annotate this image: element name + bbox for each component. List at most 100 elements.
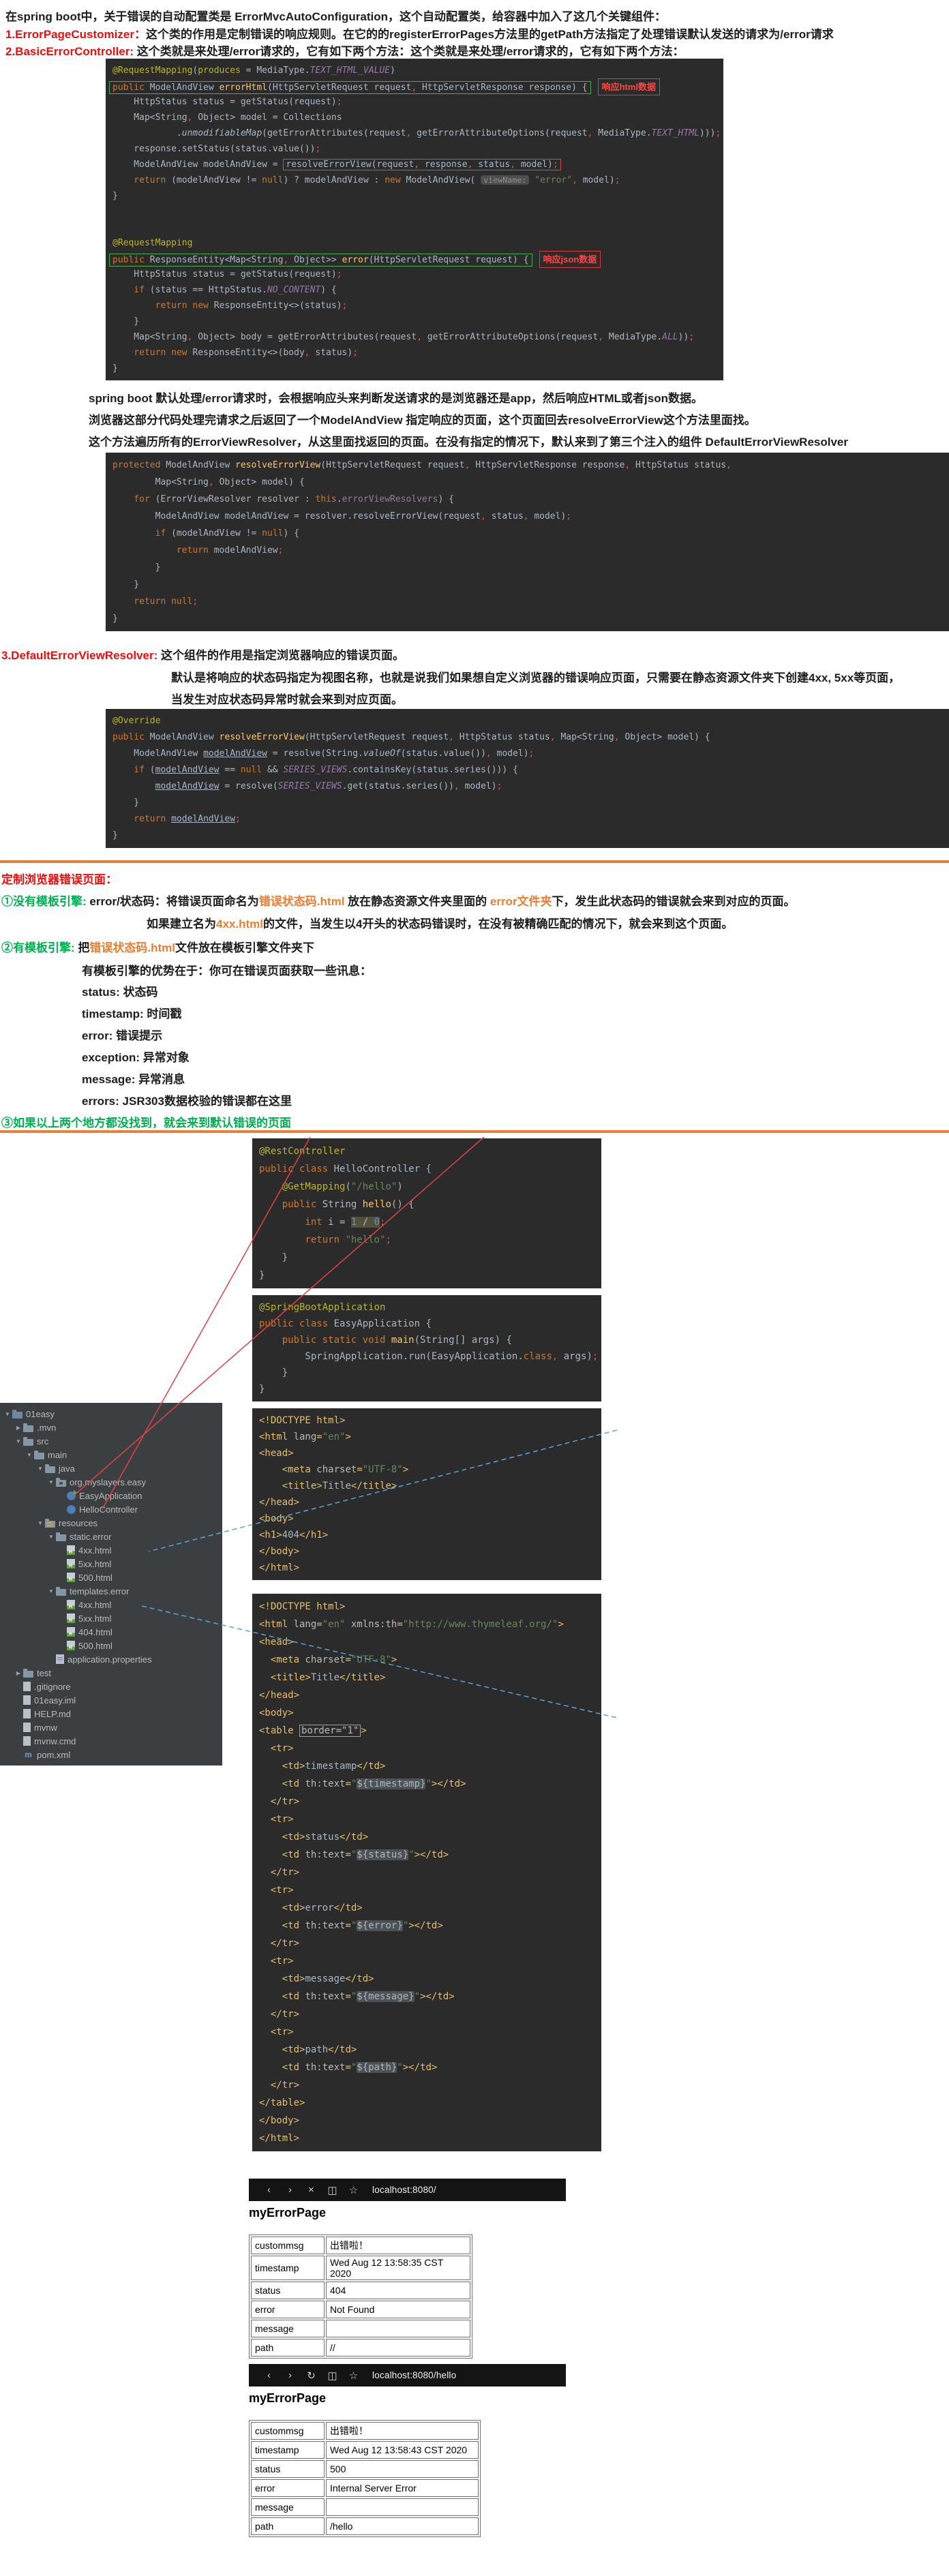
stop-icon[interactable]: × bbox=[301, 2184, 322, 2196]
punctuation: , bbox=[486, 748, 492, 759]
forward-icon[interactable]: › bbox=[280, 2369, 301, 2381]
text-run: errors: JSR303数据校验的错误都在这里 bbox=[82, 1095, 292, 1108]
code-token: charset bbox=[316, 1464, 357, 1475]
code-token: i = bbox=[322, 1217, 351, 1228]
chevron-collapsed-icon[interactable]: ▶ bbox=[14, 1670, 23, 1676]
code-token: if bbox=[112, 765, 145, 775]
tree-item-easyapplication[interactable]: EasyApplication bbox=[0, 1489, 222, 1502]
code-token: resolveErrorView bbox=[220, 732, 305, 742]
tree-item-org-myslayers-easy[interactable]: ▼ org.myslayers.easy bbox=[0, 1475, 222, 1489]
forward-icon[interactable]: › bbox=[280, 2184, 301, 2196]
code-token: <body> bbox=[259, 1513, 294, 1524]
chevron-expanded-icon[interactable]: ▼ bbox=[46, 1534, 56, 1540]
code-block-default-error-view-resolver: @Overridepublic ModelAndView resolveErro… bbox=[106, 709, 949, 848]
favorites-star-icon[interactable]: ☆ bbox=[343, 2184, 364, 2196]
code-line: public class EasyApplication { bbox=[259, 1316, 594, 1332]
code-line: public ModelAndView resolveErrorView(Htt… bbox=[112, 729, 942, 746]
code-token: } bbox=[259, 1252, 288, 1263]
code-token: <tr> bbox=[271, 1885, 294, 1896]
tree-item-application-properties[interactable]: application.properties bbox=[0, 1652, 222, 1666]
attribute-name-cell: message bbox=[251, 2498, 325, 2516]
tree-item-label: 5xx.html bbox=[78, 1559, 111, 1569]
folder-icon bbox=[23, 1671, 33, 1678]
tree-item-test[interactable]: ▶test bbox=[0, 1666, 222, 1680]
code-token: <td bbox=[282, 1849, 305, 1860]
tree-item--mvn[interactable]: ▶.mvn bbox=[0, 1421, 222, 1434]
code-token: ></td> bbox=[403, 2062, 438, 2073]
reading-list-icon[interactable]: ◫ bbox=[322, 2369, 343, 2382]
chevron-expanded-icon[interactable]: ▼ bbox=[35, 1520, 45, 1526]
tree-item--gitignore[interactable]: .gitignore bbox=[0, 1680, 222, 1693]
back-icon[interactable]: ‹ bbox=[258, 2369, 280, 2381]
code-token: modelAndView bbox=[171, 814, 235, 824]
code-line: </tr> bbox=[259, 1793, 594, 1810]
tree-item-4xx-html[interactable]: 4xx.html bbox=[0, 1543, 222, 1557]
code-token: <html bbox=[259, 1431, 294, 1442]
chevron-expanded-icon[interactable]: ▼ bbox=[46, 1588, 56, 1594]
tree-item-5xx-html[interactable]: 5xx.html bbox=[0, 1611, 222, 1625]
text-run: 这个方法遍历所有的ErrorViewResolver，从这里面找返回的页面。在没… bbox=[89, 436, 848, 449]
tree-item-main[interactable]: ▼main bbox=[0, 1448, 222, 1461]
reading-list-icon[interactable]: ◫ bbox=[322, 2184, 343, 2196]
tree-item-01easy[interactable]: ▼ 01easy bbox=[0, 1407, 222, 1421]
tree-item-mvnw-cmd[interactable]: mvnw.cmd bbox=[0, 1734, 222, 1748]
tree-item-label: 4xx.html bbox=[78, 1545, 111, 1556]
tree-item-500-html[interactable]: 500.html bbox=[0, 1571, 222, 1584]
tree-item-hellocontroller[interactable]: HelloController bbox=[0, 1502, 222, 1516]
punctuation: ; bbox=[385, 1234, 391, 1245]
code-block-templates-4xx-html: <!DOCTYPE html><html lang="en" xmlns:th=… bbox=[252, 1594, 601, 2151]
code-token: th:text bbox=[305, 1920, 345, 1931]
tree-item-help-md[interactable]: HELP.md bbox=[0, 1707, 222, 1721]
table-row: path// bbox=[251, 2339, 470, 2357]
chevron-expanded-icon[interactable]: ▼ bbox=[46, 1479, 56, 1485]
code-token: error bbox=[342, 255, 369, 265]
tree-item-5xx-html[interactable]: 5xx.html bbox=[0, 1557, 222, 1571]
tree-item-label: 01easy bbox=[26, 1409, 55, 1419]
code-line: public ModelAndView errorHtml(HttpServle… bbox=[112, 78, 717, 94]
code-line: <td th:text="${path}"></td> bbox=[259, 2059, 594, 2076]
text-run: 把 bbox=[78, 941, 89, 954]
refresh-icon[interactable]: ↻ bbox=[301, 2369, 322, 2382]
punctuation: ; bbox=[380, 1217, 385, 1228]
code-token: return new bbox=[112, 301, 209, 311]
chevron-expanded-icon[interactable]: ▼ bbox=[35, 1466, 45, 1472]
code-token: " bbox=[415, 1991, 420, 2002]
text-run: 有模板引擎的优势在于：你可在错误页面获取一些讯息： bbox=[82, 965, 372, 978]
tree-item-java[interactable]: ▼java bbox=[0, 1461, 222, 1475]
tree-item-src[interactable]: ▼src bbox=[0, 1434, 222, 1448]
attribute-value-cell: // bbox=[326, 2339, 470, 2357]
chevron-expanded-icon[interactable]: ▼ bbox=[25, 1452, 34, 1458]
tree-item-pom-xml[interactable]: mpom.xml bbox=[0, 1748, 222, 1761]
tree-item-static-error[interactable]: ▼static.error bbox=[0, 1530, 222, 1543]
error-attributes-table: custommsg出错啦！timestampWed Aug 12 13:58:4… bbox=[249, 2420, 481, 2537]
back-icon[interactable]: ‹ bbox=[258, 2184, 280, 2196]
tree-item-label: org.myslayers.easy bbox=[70, 1477, 146, 1487]
code-token: <td bbox=[282, 1920, 305, 1931]
code-token: error bbox=[305, 1903, 333, 1913]
code-token: new bbox=[385, 175, 400, 185]
tree-item-mvnw[interactable]: mvnw bbox=[0, 1721, 222, 1734]
tree-item-templates-error[interactable]: ▼templates.error bbox=[0, 1584, 222, 1598]
favorites-star-icon[interactable]: ☆ bbox=[343, 2369, 364, 2382]
tree-item-404-html[interactable]: 404.html bbox=[0, 1625, 222, 1639]
tree-item-label: 404.html bbox=[78, 1627, 112, 1637]
code-token: ModelAndView( bbox=[401, 175, 481, 185]
code-line: </html> bbox=[259, 1560, 594, 1576]
chevron-expanded-icon[interactable]: ▼ bbox=[14, 1438, 23, 1444]
tree-item-500-html[interactable]: 500.html bbox=[0, 1639, 222, 1652]
tree-item-4xx-html[interactable]: 4xx.html bbox=[0, 1598, 222, 1611]
code-token: @SpringBootApplication bbox=[259, 1302, 385, 1313]
code-token: } bbox=[112, 579, 139, 590]
project-tree-panel: ▼01easy▶.mvn▼src▼main▼java▼org.myslayers… bbox=[0, 1403, 222, 1766]
attribute-value-cell: Wed Aug 12 13:58:43 CST 2020 bbox=[326, 2441, 479, 2459]
paragraph: spring boot 默认处理/error请求时，会根据响应头来判断发送请求的… bbox=[89, 389, 703, 406]
tree-item-01easy-iml[interactable]: 01easy.iml bbox=[0, 1693, 222, 1707]
address-url[interactable]: localhost:8080/ bbox=[372, 2185, 436, 2195]
chevron-expanded-icon[interactable]: ▼ bbox=[3, 1411, 12, 1417]
chevron-collapsed-icon[interactable]: ▶ bbox=[14, 1425, 23, 1431]
page-heading: myErrorPage bbox=[249, 2391, 326, 2406]
code-line: } bbox=[112, 361, 717, 376]
address-url[interactable]: localhost:8080/hello bbox=[372, 2370, 456, 2380]
code-token bbox=[259, 1973, 282, 1984]
tree-item-resources[interactable]: ▼resources bbox=[0, 1516, 222, 1530]
